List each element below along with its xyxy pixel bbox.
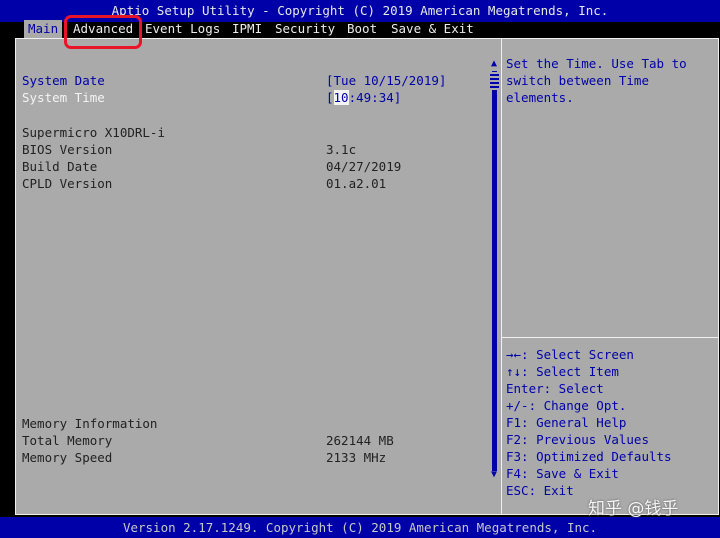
scrollbar-track[interactable] — [492, 71, 497, 471]
key-hint-esc: ESC: Exit — [506, 483, 574, 498]
key-hint-change-opt: +/-: Change Opt. — [506, 398, 627, 413]
scroll-up-arrow-icon[interactable]: ▲ — [488, 58, 500, 70]
watermark: 知乎 @钱乎 — [588, 499, 679, 519]
help-divider — [501, 337, 719, 338]
bios-version-value: 3.1c — [326, 142, 357, 157]
footer-version-text: Version 2.17.1249. Copyright (C) 2019 Am… — [122, 520, 598, 535]
bios-version-label: BIOS Version — [22, 142, 113, 157]
tab-security[interactable]: Security — [275, 20, 335, 38]
key-hint-select-screen: →←: Select Screen — [506, 347, 634, 362]
help-text-line: Set the Time. Use Tab to — [506, 56, 687, 71]
build-date-label: Build Date — [22, 159, 98, 174]
total-memory-label: Total Memory — [22, 433, 113, 448]
model-name: Supermicro X10DRL-i — [22, 125, 165, 140]
app-title: Aptio Setup Utility - Copyright (C) 2019… — [111, 3, 609, 18]
key-hint-f2: F2: Previous Values — [506, 432, 649, 447]
cpld-version-label: CPLD Version — [22, 176, 113, 191]
system-time-cursor-field[interactable]: 10 — [333, 90, 349, 105]
system-time-label[interactable]: System Time — [22, 89, 105, 106]
key-hint-f4: F4: Save & Exit — [506, 466, 619, 481]
title-bar: Aptio Setup Utility - Copyright (C) 2019… — [0, 0, 720, 38]
build-date-value: 04/27/2019 — [326, 159, 402, 174]
help-text-line: elements. — [506, 90, 574, 105]
memory-information-heading: Memory Information — [22, 416, 158, 431]
footer-bar: Version 2.17.1249. Copyright (C) 2019 Am… — [0, 517, 720, 538]
system-date-label[interactable]: System Date — [22, 72, 105, 89]
tab-ipmi[interactable]: IPMI — [232, 20, 262, 38]
tab-boot[interactable]: Boot — [347, 20, 377, 38]
tab-bar: Main Advanced Event Logs IPMI Security B… — [0, 20, 720, 38]
tab-advanced[interactable]: Advanced — [73, 20, 133, 38]
key-hint-f3: F3: Optimized Defaults — [506, 449, 672, 464]
memory-speed-value: 2133 MHz — [326, 450, 387, 465]
memory-speed-label: Memory Speed — [22, 450, 113, 465]
system-time-bracket: [ — [326, 90, 334, 105]
system-date-value[interactable]: [Tue 10/15/2019] — [326, 72, 446, 89]
system-time-value[interactable]: [10:49:34] — [326, 89, 401, 106]
cpld-version-value: 01.a2.01 — [326, 176, 387, 191]
scrollbar-thumb[interactable] — [490, 72, 499, 90]
scroll-down-arrow-icon[interactable]: ▼ — [488, 469, 500, 481]
tab-main[interactable]: Main — [24, 20, 63, 38]
key-hint-select-item: ↑↓: Select Item — [506, 364, 619, 379]
key-hint-f1: F1: General Help — [506, 415, 627, 430]
help-text-line: switch between Time — [506, 73, 649, 88]
tab-event-logs[interactable]: Event Logs — [145, 20, 220, 38]
total-memory-value: 262144 MB — [326, 433, 394, 448]
key-hint-enter: Enter: Select — [506, 381, 604, 396]
tab-save-exit[interactable]: Save & Exit — [391, 20, 474, 38]
system-time-rest: :49:34] — [348, 90, 402, 105]
